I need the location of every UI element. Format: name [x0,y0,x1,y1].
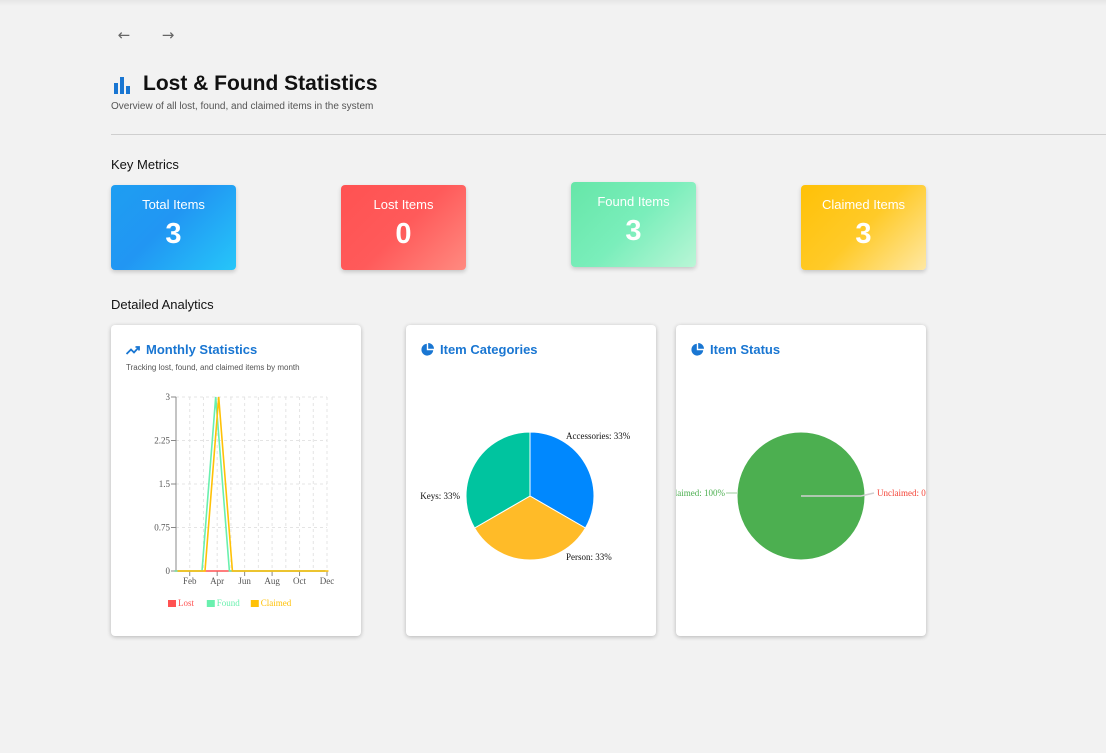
monthly-line-chart: 0 0.75 1.5 2.25 3 Feb Apr Jun Aug Oct Dec Lost Found… [154,392,335,608]
page-header: Lost & Found Statistics [111,72,378,96]
legend-swatch-claimed [250,600,259,607]
monthly-statistics-card: Monthly Statistics Tracking lost, found,… [111,325,361,636]
detailed-analytics-heading: Detailed Analytics [111,297,214,312]
arrow-right-icon: → [161,26,175,44]
key-metrics-heading: Key Metrics [111,157,179,172]
pie-label: Keys: 33% [420,491,460,501]
x-tick-label: Aug [264,576,280,586]
header-divider [111,134,1106,135]
pie-label: Unclaimed: 0% [877,488,926,498]
legend-swatch-found [206,600,215,607]
metric-value: 0 [395,218,412,250]
item-categories-card: Item Categories Accessories: 33% Person: … [406,325,656,636]
x-tick-label: Oct [293,576,306,586]
y-tick-label: 0.75 [154,523,170,533]
back-button[interactable]: ← [112,24,136,46]
x-tick-label: Apr [210,576,224,586]
forward-button[interactable]: → [156,24,180,46]
pie-label: Accessories: 33% [566,431,631,441]
arrow-left-icon: ← [117,26,131,44]
page-subtitle: Overview of all lost, found, and claimed… [111,101,374,112]
legend-label-found: Found [217,598,241,608]
metric-label: Total Items [142,197,205,212]
metric-card-total: Total Items 3 [111,185,236,270]
metric-value: 3 [165,218,182,250]
categories-pie-chart: Accessories: 33% Person: 33% Keys: 33% [420,431,631,562]
metric-card-claimed: Claimed Items 3 [801,185,926,270]
legend-label-lost: Lost [178,598,195,608]
bar-chart-icon [114,77,130,94]
top-shadow [0,0,1106,6]
y-tick-label: 2.25 [154,436,170,446]
metric-card-lost: Lost Items 0 [341,185,466,270]
pie-label: Claimed: 100% [676,488,725,498]
x-tick-label: Dec [320,576,335,586]
metric-value: 3 [855,218,872,250]
metric-label: Found Items [597,194,670,209]
legend-swatch-lost [168,600,176,607]
x-tick-label: Jun [238,576,251,586]
page-title: Lost & Found Statistics [143,72,378,95]
y-tick-label: 3 [166,392,171,402]
item-status-card: Item Status Claimed: 100%Unclaimed: 0% [676,325,926,636]
pie-label: Person: 33% [566,552,612,562]
metric-card-found: Found Items 3 [571,182,696,267]
y-tick-label: 1.5 [159,479,171,489]
legend-label-claimed: Claimed [261,598,292,608]
metric-label: Lost Items [373,197,434,212]
y-tick-label: 0 [166,566,171,576]
metric-label: Claimed Items [821,197,906,212]
status-pie-chart: Claimed: 100% Unclaimed: 0% [676,431,926,561]
metric-value: 3 [625,215,642,247]
x-tick-label: Feb [183,576,197,586]
